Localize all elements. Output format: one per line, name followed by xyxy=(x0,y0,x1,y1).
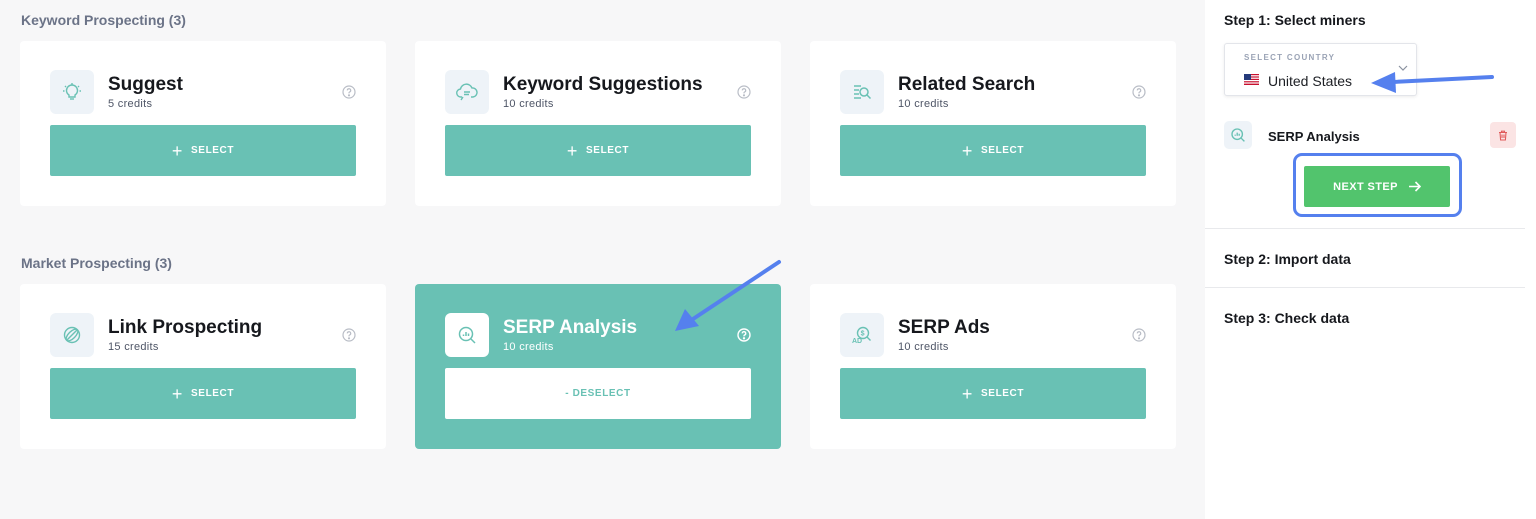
card-title: SERP Ads xyxy=(898,317,990,338)
miner-card-keyword-suggestions: Keyword Suggestions 10 credits + SELECT xyxy=(415,41,781,206)
button-label: SELECT xyxy=(981,145,1025,156)
button-label: SELECT xyxy=(191,145,235,156)
card-credits: 10 credits xyxy=(503,98,554,110)
next-step-label: NEXT STEP xyxy=(1333,180,1398,193)
card-credits: 10 credits xyxy=(898,341,949,353)
selected-miner-label: SERP Analysis xyxy=(1268,129,1360,144)
card-title: Link Prospecting xyxy=(108,317,263,338)
help-icon[interactable] xyxy=(342,328,356,342)
plus-icon: + xyxy=(171,140,184,161)
country-select-value: United States xyxy=(1268,73,1353,89)
link-globe-icon xyxy=(50,313,94,357)
deselect-button-serp-analysis[interactable]: - DESELECT xyxy=(445,368,751,419)
cloud-chat-icon xyxy=(445,70,489,114)
us-flag-icon xyxy=(1244,74,1259,85)
card-credits: 5 credits xyxy=(108,98,153,110)
card-title: Keyword Suggestions xyxy=(503,74,703,95)
select-button-keyword-suggestions[interactable]: + SELECT xyxy=(445,125,751,176)
miner-card-serp-analysis: SERP Analysis 10 credits - DESELECT xyxy=(415,284,781,449)
miner-card-suggest: Suggest 5 credits + SELECT xyxy=(20,41,386,206)
plus-icon: + xyxy=(961,140,974,161)
section-title-market-prospecting: Market Prospecting (3) xyxy=(21,255,172,271)
country-select-label: SELECT COUNTRY xyxy=(1244,53,1336,62)
help-icon[interactable] xyxy=(737,328,751,342)
miner-card-related-search: Related Search 10 credits + SELECT xyxy=(810,41,1176,206)
card-title: SERP Analysis xyxy=(503,317,638,338)
search-list-icon xyxy=(840,70,884,114)
plus-icon: + xyxy=(171,383,184,404)
plus-icon: + xyxy=(566,140,579,161)
trash-icon[interactable] xyxy=(1490,122,1516,148)
button-label: SELECT xyxy=(981,388,1025,399)
step-1-title: Step 1: Select miners xyxy=(1224,12,1366,28)
select-button-related-search[interactable]: + SELECT xyxy=(840,125,1146,176)
card-title: Suggest xyxy=(108,74,183,95)
next-step-highlight: NEXT STEP xyxy=(1293,153,1462,217)
button-label: - DESELECT xyxy=(565,388,631,399)
steps-sidebar: Step 1: Select miners SELECT COUNTRY Uni… xyxy=(1205,0,1536,519)
arrow-right-icon xyxy=(1408,181,1421,192)
select-button-link-prospecting[interactable]: + SELECT xyxy=(50,368,356,419)
card-title: Related Search xyxy=(898,74,1036,95)
next-step-button[interactable]: NEXT STEP xyxy=(1304,166,1450,207)
select-button-serp-ads[interactable]: + SELECT xyxy=(840,368,1146,419)
miner-card-serp-ads: AD $ SERP Ads 10 credits + SELECT xyxy=(810,284,1176,449)
svg-text:$: $ xyxy=(861,331,865,338)
card-credits: 10 credits xyxy=(898,98,949,110)
help-icon[interactable] xyxy=(737,85,751,99)
divider xyxy=(1205,287,1525,288)
country-select[interactable]: SELECT COUNTRY United States xyxy=(1224,43,1417,96)
section-title-keyword-prospecting: Keyword Prospecting (3) xyxy=(21,12,186,28)
miner-card-link-prospecting: Link Prospecting 15 credits + SELECT xyxy=(20,284,386,449)
ad-search-icon: AD $ xyxy=(840,313,884,357)
lightbulb-icon xyxy=(50,70,94,114)
help-icon[interactable] xyxy=(1132,85,1146,99)
plus-icon: + xyxy=(961,383,974,404)
help-icon[interactable] xyxy=(1132,328,1146,342)
step-3-title[interactable]: Step 3: Check data xyxy=(1224,310,1349,326)
button-label: SELECT xyxy=(586,145,630,156)
chevron-down-icon xyxy=(1398,65,1408,71)
select-button-suggest[interactable]: + SELECT xyxy=(50,125,356,176)
serp-chart-search-icon xyxy=(1224,121,1252,149)
help-icon[interactable] xyxy=(342,85,356,99)
svg-text:AD: AD xyxy=(852,338,862,345)
divider xyxy=(1205,228,1525,229)
serp-chart-search-icon xyxy=(445,313,489,357)
selected-miner-item: SERP Analysis xyxy=(1224,121,1516,151)
card-credits: 10 credits xyxy=(503,341,554,353)
step-2-title[interactable]: Step 2: Import data xyxy=(1224,251,1351,267)
card-credits: 15 credits xyxy=(108,341,159,353)
button-label: SELECT xyxy=(191,388,235,399)
